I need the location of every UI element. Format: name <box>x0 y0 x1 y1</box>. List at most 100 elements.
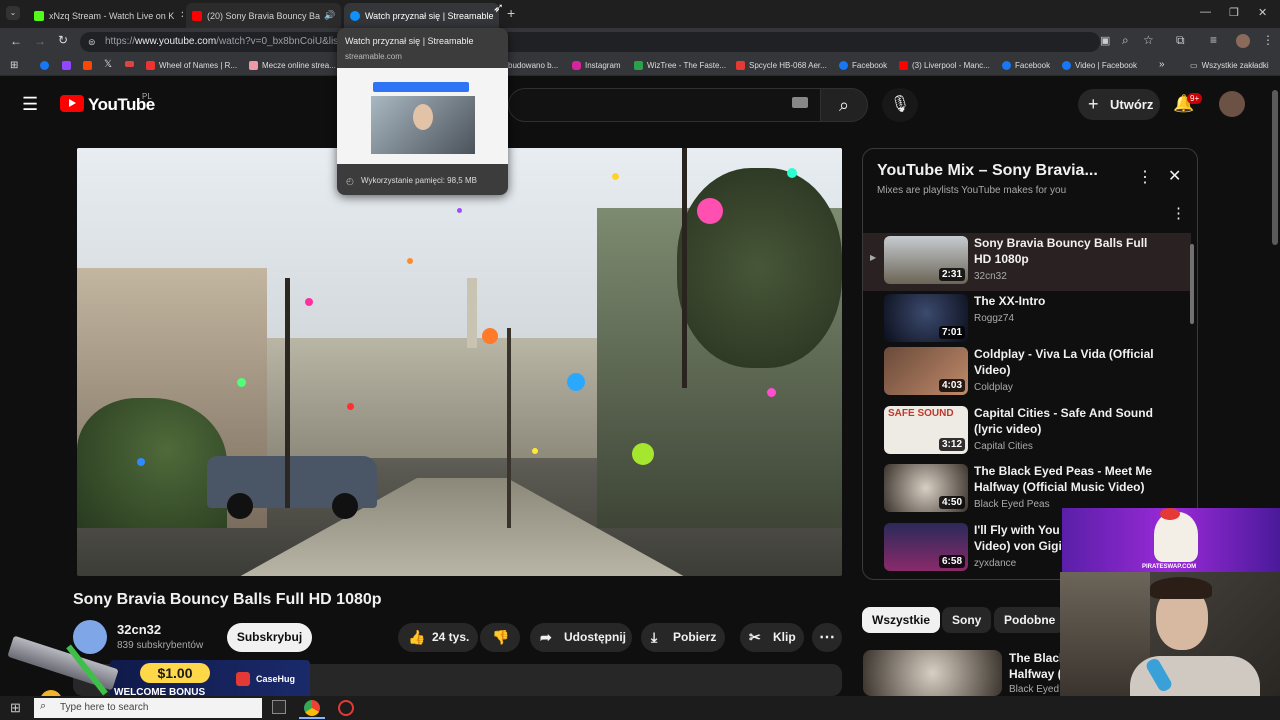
taskbar-search-input[interactable]: ⌕ Type here to search <box>34 698 262 718</box>
bookmark-spcycle[interactable]: Spcycle HB-068 Aer... <box>736 61 827 70</box>
subscriber-count: 839 subskrybentów <box>117 640 204 651</box>
list-item[interactable]: ▶ 2:31 Sony Bravia Bouncy Balls Full HD … <box>863 233 1191 291</box>
playlist-title[interactable]: YouTube Mix – Sony Bravia... <box>877 162 1098 180</box>
back-icon[interactable]: ← <box>10 34 22 48</box>
avatar[interactable] <box>1219 91 1245 117</box>
channel-avatar[interactable] <box>73 620 107 654</box>
url-path: /watch?v=0_bx8bnCoiU&list= <box>216 36 347 47</box>
search-input[interactable] <box>508 88 820 122</box>
playlist-menu-icon[interactable]: ⋮ <box>1137 167 1153 187</box>
bookmark-wiztree[interactable]: WizTree - The Faste... <box>634 61 726 70</box>
playlist-options-icon[interactable]: ⋮ <box>1171 204 1186 222</box>
facebook-icon <box>839 61 848 70</box>
related-video-thumbnail[interactable] <box>863 650 1002 696</box>
apps-grid-icon[interactable]: ⊞ <box>10 60 18 71</box>
media-control-icon[interactable]: ≡ <box>1210 33 1217 47</box>
share-button[interactable]: ➦ Udostępnij <box>530 623 632 652</box>
streamable-favicon-icon <box>350 10 360 21</box>
page-scrollbar[interactable] <box>1272 90 1278 245</box>
region-code: PL <box>142 92 152 101</box>
keyboard-icon[interactable] <box>792 97 808 108</box>
bookmark-budowano[interactable]: budowano b... <box>508 61 558 70</box>
facebook-icon[interactable] <box>40 61 49 70</box>
profile-avatar[interactable] <box>1236 34 1250 48</box>
reload-icon[interactable]: ↻ <box>58 33 68 47</box>
like-button[interactable]: 👍 24 tys. <box>398 623 478 652</box>
chip-all[interactable]: Wszystkie <box>862 607 941 633</box>
search-icon: ⌕ <box>40 700 47 712</box>
search-icon: ⌕ <box>838 95 850 115</box>
tab-search-button[interactable]: ⌄ <box>6 6 20 20</box>
memory-icon: ◴ <box>346 176 354 186</box>
chrome-icon[interactable] <box>304 700 320 716</box>
preview-thumbnail <box>371 96 475 154</box>
twitch-icon[interactable] <box>62 61 71 70</box>
reddit-icon[interactable] <box>83 61 92 70</box>
site-info-icon[interactable]: ⊜ <box>88 32 96 52</box>
tab-streamable[interactable]: Watch przyznał się | Streamable ✕ <box>344 3 499 28</box>
maximize-button[interactable]: ❐ <box>1229 6 1239 19</box>
bookmark-video-facebook[interactable]: Video | Facebook <box>1062 61 1137 70</box>
windows-start-icon[interactable]: ⊞ <box>10 700 21 716</box>
wheel-icon <box>146 61 155 70</box>
hamburger-menu-icon[interactable]: ☰ <box>22 94 38 115</box>
download-button[interactable]: ⤓ Pobierz <box>641 623 725 652</box>
create-button[interactable]: + Utwórz <box>1078 89 1160 120</box>
more-actions-button[interactable]: ⋯ <box>812 623 842 652</box>
speaker-icon[interactable]: 🔊 <box>324 10 335 21</box>
bookmark-icon[interactable] <box>125 61 134 67</box>
dislike-button[interactable]: 👎 <box>480 623 520 652</box>
youtube-favicon-icon <box>192 10 202 21</box>
list-item[interactable]: SAFE SOUND 3:12 Capital Cities - Safe An… <box>863 403 1191 461</box>
clip-button[interactable]: ✂ Klip <box>740 623 804 652</box>
address-bar[interactable]: ⊜ https://www.youtube.com/watch?v=0_bx8b… <box>80 32 1100 52</box>
windows-taskbar: ⊞ ⌕ Type here to search <box>0 696 1280 720</box>
bookmark-instagram[interactable]: Instagram <box>572 61 621 70</box>
terminal-icon[interactable] <box>272 700 286 714</box>
all-bookmarks[interactable]: ▭ Wszystkie zakładki <box>1190 61 1269 70</box>
bookmark-wheel-of-names[interactable]: Wheel of Names | R... <box>146 61 237 70</box>
close-icon[interactable]: ✕ <box>174 10 183 21</box>
close-icon[interactable]: ✕ <box>335 10 341 21</box>
zoom-icon[interactable]: ⌕ <box>1122 33 1129 48</box>
list-item[interactable]: 7:01 The XX-Intro Roggz74 <box>863 291 1191 349</box>
voice-search-button[interactable]: 🎙 <box>882 88 918 122</box>
bookmark-facebook[interactable]: Facebook <box>839 61 887 70</box>
facebook-icon <box>1002 61 1011 70</box>
tab-youtube[interactable]: (20) Sony Bravia Bouncy Ba 🔊 ✕ <box>186 3 341 28</box>
chip-related[interactable]: Podobne <box>994 607 1066 633</box>
playlist-item-channel: Roggz74 <box>974 313 1015 324</box>
download-icon: ⤓ <box>651 629 658 645</box>
video-player[interactable] <box>77 148 842 576</box>
minimize-button[interactable]: — <box>1200 6 1211 18</box>
chip-sony[interactable]: Sony <box>942 607 992 633</box>
list-item[interactable]: 4:03 Coldplay - Viva La Vida (Official V… <box>863 344 1191 402</box>
close-icon[interactable]: ✕ <box>1168 166 1181 186</box>
bookmark-mecze[interactable]: Mecze online strea... <box>249 61 336 70</box>
brand-name: CaseHug <box>256 674 296 684</box>
forward-icon[interactable]: → <box>34 34 46 48</box>
cast-icon[interactable]: ▣ <box>1100 34 1110 47</box>
extensions-icon[interactable]: ⧉ <box>1176 33 1185 48</box>
new-tab-button[interactable]: + <box>507 5 515 21</box>
x-twitter-icon[interactable]: 𝕏 <box>104 59 112 70</box>
search-button[interactable]: ⌕ <box>820 88 868 122</box>
tab-kick[interactable]: xNzq Stream - Watch Live on K ✕ <box>28 3 183 28</box>
utility-pole <box>285 278 290 508</box>
window-close-button[interactable]: ✕ <box>1258 6 1267 19</box>
playlist-item-title: The XX-Intro <box>974 294 1046 308</box>
bookmark-liverpool[interactable]: (3) Liverpool - Manc... <box>899 61 990 70</box>
more-bookmarks-icon[interactable]: » <box>1159 59 1165 70</box>
subscribe-button[interactable]: Subskrybuj <box>227 623 312 652</box>
bookmark-star-icon[interactable]: ☆ <box>1143 33 1154 47</box>
hover-card-memory: Wykorzystanie pamięci: 98,5 MB <box>361 176 477 185</box>
playlist-scrollbar[interactable] <box>1190 244 1194 324</box>
app-icon[interactable] <box>338 700 354 716</box>
youtube-logo-icon[interactable] <box>60 95 84 112</box>
bookmark-facebook-2[interactable]: Facebook <box>1002 61 1050 70</box>
menu-kebab-icon[interactable]: ⋮ <box>1262 33 1274 47</box>
hover-card-preview <box>337 68 508 164</box>
channel-name[interactable]: 32cn32 <box>117 622 161 637</box>
plus-icon: + <box>1088 94 1099 114</box>
related-video-title[interactable]: The Black Halfway ( <box>1009 650 1066 682</box>
